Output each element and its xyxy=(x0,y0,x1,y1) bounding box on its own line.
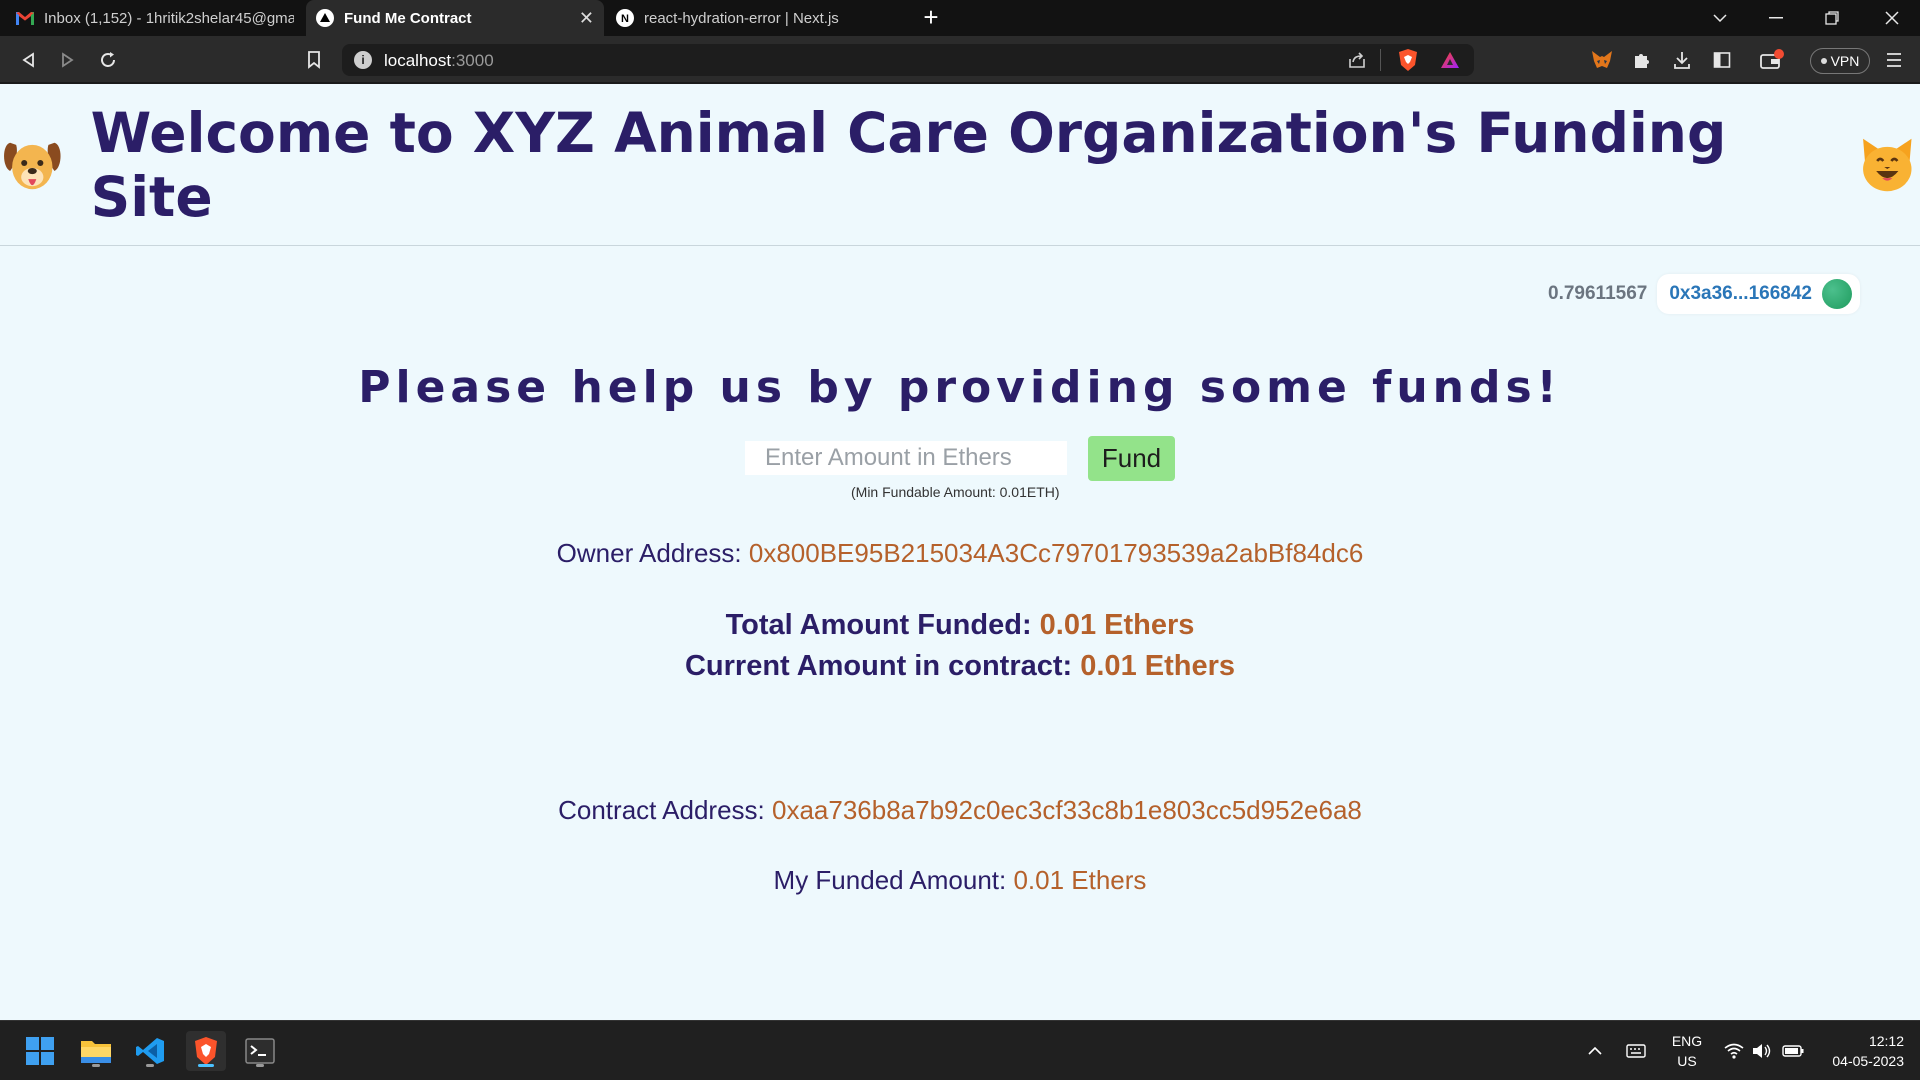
share-icon[interactable] xyxy=(1347,50,1367,75)
running-indicator xyxy=(92,1064,100,1067)
system-clock[interactable]: 12:12 04-05-2023 xyxy=(1820,1031,1904,1071)
terminal-icon[interactable] xyxy=(240,1031,280,1071)
windows-taskbar: ENG US 12:12 04-05-2023 xyxy=(0,1020,1920,1080)
divider xyxy=(1380,49,1381,71)
back-button[interactable] xyxy=(12,44,44,76)
close-tab-icon[interactable]: ✕ xyxy=(579,8,594,29)
tab-search-icon[interactable] xyxy=(1692,0,1748,36)
page-header: Welcome to XYZ Animal Care Organization'… xyxy=(0,84,1920,246)
url-host: localhost xyxy=(384,51,452,70)
current-amount-label: Current Amount in contract: xyxy=(684,650,1081,682)
brave-rewards-icon[interactable] xyxy=(1434,44,1466,76)
contract-address-label: Contract Address: xyxy=(558,795,772,825)
tab-gmail-inbox[interactable]: Inbox (1,152) - 1hritik2shelar45@gmai xyxy=(6,0,304,36)
my-funded-value: 0.01 Ethers xyxy=(1013,865,1147,895)
language-code: ENG xyxy=(1671,1033,1703,1049)
vscode-icon[interactable] xyxy=(130,1031,170,1071)
wallet-balance: 0.79611567 xyxy=(1548,283,1648,304)
windows-start-icon[interactable] xyxy=(20,1031,60,1071)
metamask-fox-icon[interactable] xyxy=(1586,44,1618,76)
tab-title: Inbox (1,152) - 1hritik2shelar45@gmai xyxy=(44,9,294,27)
my-funded-label: My Funded Amount: xyxy=(773,865,1014,895)
url-port: :3000 xyxy=(451,51,494,70)
running-indicator xyxy=(146,1064,154,1067)
sidebar-icon[interactable] xyxy=(1706,44,1738,76)
downloads-icon[interactable] xyxy=(1666,44,1698,76)
vpn-label: VPN xyxy=(1830,53,1860,69)
tab-react-hydration-error[interactable]: N react-hydration-error | Next.js xyxy=(606,0,904,36)
total-funded-value: 0.01 Ethers xyxy=(1039,609,1195,641)
active-indicator xyxy=(198,1064,214,1067)
vpn-status-icon xyxy=(1820,58,1827,64)
wallet-connect-widget[interactable]: 0.79611567 0x3a36...166842 xyxy=(1538,274,1860,314)
minimize-button[interactable] xyxy=(1748,0,1804,36)
volume-icon[interactable] xyxy=(1752,1021,1772,1080)
touch-keyboard-icon[interactable] xyxy=(1626,1021,1646,1080)
wallet-icon[interactable] xyxy=(1756,44,1788,76)
battery-icon[interactable] xyxy=(1782,1021,1804,1080)
wallet-avatar-icon xyxy=(1821,279,1852,309)
total-funded-line: Total Amount Funded: 0.01 Ethers xyxy=(0,609,1920,642)
site-info-icon[interactable]: i xyxy=(354,51,372,69)
show-hidden-icons-button[interactable] xyxy=(1588,1021,1602,1080)
region-code: US xyxy=(1677,1053,1697,1069)
bookmark-icon[interactable] xyxy=(298,44,330,76)
address-bar[interactable]: i localhost:3000 xyxy=(342,44,1474,76)
wifi-icon[interactable] xyxy=(1724,1021,1744,1080)
brave-shields-icon[interactable] xyxy=(1392,44,1424,76)
current-amount-line: Current Amount in contract: 0.01 Ethers xyxy=(0,650,1920,683)
browser-toolbar: i localhost:3000 VPN xyxy=(0,36,1920,84)
clock-time: 12:12 xyxy=(1868,1033,1904,1049)
url-text: localhost:3000 xyxy=(384,51,494,71)
brave-browser-icon[interactable] xyxy=(186,1031,226,1071)
tab-title: react-hydration-error | Next.js xyxy=(644,9,839,27)
svg-text:N: N xyxy=(621,13,629,25)
gmail-icon xyxy=(16,9,34,27)
menu-icon[interactable] xyxy=(1878,44,1910,76)
wallet-address-button[interactable]: 0x3a36...166842 xyxy=(1657,274,1860,314)
nextjs-triangle-icon xyxy=(316,9,334,27)
wallet-address: 0x3a36...166842 xyxy=(1669,283,1812,304)
funding-call-to-action: Please help us by providing some funds! xyxy=(358,362,1562,413)
running-indicator xyxy=(256,1064,264,1067)
clock-date: 04-05-2023 xyxy=(1832,1053,1904,1069)
current-amount-value: 0.01 Ethers xyxy=(1080,650,1236,682)
my-funded-line: My Funded Amount: 0.01 Ethers xyxy=(0,865,1920,896)
page-title: Welcome to XYZ Animal Care Organization'… xyxy=(90,100,1727,229)
extensions-puzzle-icon[interactable] xyxy=(1626,44,1658,76)
restore-button[interactable] xyxy=(1804,0,1860,36)
total-funded-label: Total Amount Funded: xyxy=(725,609,1040,641)
tab-fund-me-contract[interactable]: Fund Me Contract ✕ xyxy=(306,0,604,36)
amount-input[interactable] xyxy=(745,441,1067,475)
forward-button[interactable] xyxy=(52,44,84,76)
owner-address-label: Owner Address: xyxy=(556,538,749,568)
dog-face-icon xyxy=(4,142,61,189)
owner-address-value: 0x800BE95B215034A3Cc79701793539a2abBf84d… xyxy=(748,538,1364,568)
min-fundable-note: (Min Fundable Amount: 0.01ETH) xyxy=(851,484,1060,500)
nextjs-icon: N xyxy=(616,9,634,27)
owner-address-line: Owner Address: 0x800BE95B215034A3Cc79701… xyxy=(0,538,1920,569)
vpn-button[interactable]: VPN xyxy=(1810,48,1870,74)
reload-button[interactable] xyxy=(92,44,124,76)
new-tab-button[interactable]: + xyxy=(916,2,946,32)
browser-tab-strip: Inbox (1,152) - 1hritik2shelar45@gmai Fu… xyxy=(0,0,1920,36)
fund-button[interactable]: Fund xyxy=(1088,436,1175,481)
file-explorer-icon[interactable] xyxy=(76,1031,116,1071)
close-window-button[interactable] xyxy=(1864,0,1920,36)
language-indicator[interactable]: ENG US xyxy=(1665,1031,1709,1071)
contract-address-value: 0xaa736b8a7b92c0ec3cf33c8b1e803cc5d952e6… xyxy=(772,795,1362,825)
contract-address-line: Contract Address: 0xaa736b8a7b92c0ec3cf3… xyxy=(0,795,1920,826)
cat-face-icon xyxy=(1863,138,1912,191)
tab-title: Fund Me Contract xyxy=(344,9,472,27)
